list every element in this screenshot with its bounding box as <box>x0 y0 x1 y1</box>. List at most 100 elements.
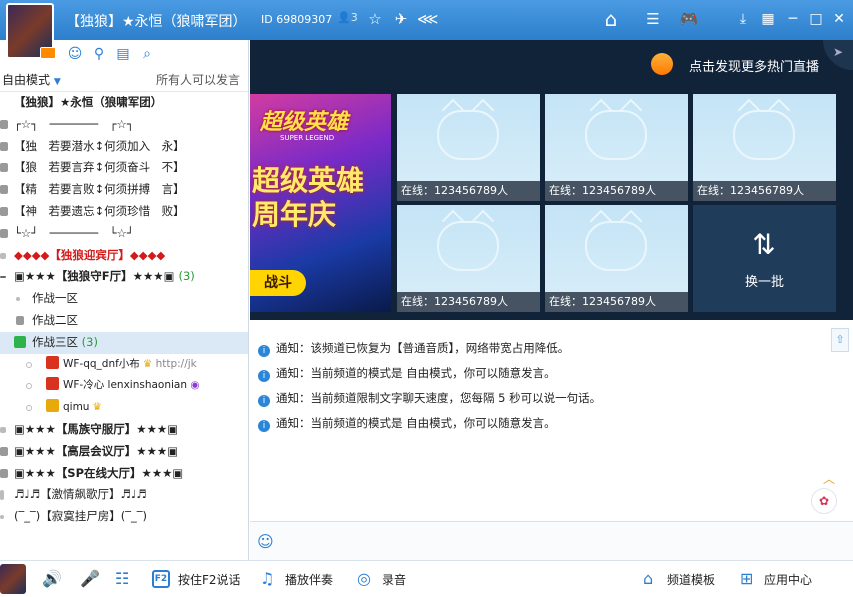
placeholder-cat-icon <box>733 110 795 160</box>
app-grid-icon[interactable]: ⊞ <box>740 569 753 589</box>
live-thumbnail[interactable]: 在线：123456789人 <box>397 94 540 201</box>
tree-item[interactable]: └☆┘ ─────── └☆┘ <box>0 223 248 245</box>
announcement-icon[interactable]: ▤ <box>115 46 131 62</box>
bullet-icon <box>16 297 20 302</box>
tree-root[interactable]: 【独狼】★永恒（狼啸军团） <box>0 92 248 114</box>
user-item[interactable]: qimu ♛ <box>0 397 248 419</box>
user-item[interactable]: WF-qq_dnf小布 ♛ http://jk <box>0 354 248 376</box>
list-icon[interactable]: ☰ <box>643 9 663 29</box>
app-center-button[interactable]: 应用中心 <box>764 571 812 588</box>
tree-item[interactable]: 【独 若要潜水↕何须加入 永】 <box>0 136 248 158</box>
channel-avatar[interactable] <box>6 3 56 59</box>
channel-template-button[interactable]: 频道模板 <box>667 571 715 588</box>
live-thumbnail[interactable]: 在线：123456789人 <box>693 94 836 201</box>
location-icon[interactable]: ⚲ <box>91 46 107 62</box>
tree-item-selected[interactable]: 作战三区 (3) <box>0 331 248 354</box>
mode-dropdown[interactable]: 自由模式 ▼ <box>2 71 61 88</box>
music-note-icon[interactable]: ♫ <box>260 569 274 589</box>
live-thumbnail[interactable]: 在线：123456789人 <box>545 94 688 201</box>
record-button[interactable]: 录音 <box>382 571 406 588</box>
chevron-up-icon[interactable]: ︿ <box>823 470 835 487</box>
push-to-talk-button[interactable]: 按住F2说话 <box>178 571 241 588</box>
tree-item[interactable]: 【精 若要言败↕何须拼搏 言】 <box>0 179 248 201</box>
lock-icon <box>14 335 26 348</box>
chevron-down-icon: ▼ <box>53 77 61 87</box>
chat-input-bar[interactable]: ☺ <box>250 521 853 560</box>
info-icon: i <box>258 370 270 382</box>
lock-icon <box>0 141 8 151</box>
game-poster[interactable]: 超级英雄 SUPER LEGEND 超级英雄周年庆 战斗 <box>250 94 391 312</box>
live-thumbnail[interactable]: 在线：123456789人 <box>545 205 688 312</box>
tree-item[interactable]: 【狼 若要言弃↕何须奋斗 不】 <box>0 157 248 179</box>
arrow-icon[interactable]: ➤ <box>823 40 853 70</box>
tree-item[interactable]: ▣★★★【独狼守F厅】★★★▣ (3) <box>0 266 248 288</box>
notice-line: i 通知：当前频道的模式是 自由模式，你可以随意发言。 <box>258 364 556 382</box>
tree-item[interactable]: ┌☆┐ ─────── ┌☆┐ <box>0 114 248 136</box>
accompaniment-button[interactable]: 播放伴奏 <box>285 571 333 588</box>
maximize-button[interactable]: □ <box>806 9 826 29</box>
crown-icon: ♛ <box>92 401 102 414</box>
tree-item[interactable]: ▣★★★【馬族守服厅】★★★▣ <box>0 419 248 441</box>
speaker-icon[interactable]: 🔊 <box>42 569 62 589</box>
tree-item[interactable]: ♬♩♬【激情飙歌厅】♬♩♬ <box>0 484 248 506</box>
flower-icon[interactable]: ✿ <box>811 488 837 514</box>
placeholder-cat-icon <box>437 221 499 271</box>
plane-icon[interactable]: ✈ <box>391 9 411 29</box>
template-home-icon[interactable]: ⌂ <box>643 569 653 589</box>
collapse-icon <box>0 276 6 279</box>
live-play-icon[interactable] <box>651 53 673 75</box>
mixer-icon[interactable]: ☷ <box>115 569 129 589</box>
refresh-batch-button[interactable]: ⇅ 换一批 <box>693 205 836 312</box>
tree-item[interactable]: 作战一区 <box>0 288 248 310</box>
expand-icon <box>0 426 6 433</box>
placeholder-cat-icon <box>585 110 647 160</box>
gamepad-icon[interactable]: 🎮 <box>679 9 699 29</box>
mic-icon: ◉ <box>190 379 200 392</box>
expand-icon <box>0 98 8 107</box>
tree-item[interactable]: ▣★★★【高层会议厅】★★★▣ <box>0 441 248 463</box>
user-badge-icon <box>46 399 59 413</box>
battle-button[interactable]: 战斗 <box>250 270 306 296</box>
mode-row: 自由模式 ▼ 所有人可以发言 <box>0 68 248 92</box>
microphone-icon[interactable]: 🎤 <box>80 569 100 589</box>
tree-item[interactable]: 【神 若要遗忘↕何须珍惜 败】 <box>0 201 248 223</box>
bullet-icon <box>0 515 4 520</box>
lock-icon <box>0 446 8 456</box>
music-icon <box>0 490 4 501</box>
discover-live-link[interactable]: 点击发现更多热门直播 <box>689 56 819 75</box>
emoji-icon[interactable]: ☺ <box>257 532 277 552</box>
share-icon[interactable]: ⋘ <box>417 9 438 29</box>
channel-tree-panel: ☺ ⚲ ▤ ⌕ 自由模式 ▼ 所有人可以发言 【独狼】★永恒（狼啸军团） ┌☆┐… <box>0 40 249 560</box>
user-item[interactable]: WF-冷心 lenxinshaonian ◉ <box>0 375 248 397</box>
permission-label: 所有人可以发言 <box>155 73 240 87</box>
members-icon: 👤 <box>337 11 351 24</box>
minimize-button[interactable]: ─ <box>783 9 803 29</box>
user-avatar[interactable] <box>0 564 26 594</box>
notice-line: i 通知：该频道已恢复为【普通音质】，网络带宽占用降低。 <box>258 339 569 357</box>
download-icon[interactable]: ⤓ <box>733 9 753 29</box>
search-icon[interactable]: ⌕ <box>139 46 155 62</box>
member-count: 👤3 <box>337 11 358 24</box>
home-icon[interactable]: ⌂ <box>601 9 621 29</box>
bottom-toolbar: 🔊 🎤 ☷ F2 按住F2说话 ♫ 播放伴奏 ◎ 录音 ⌂ 频道模板 ⊞ 应用中… <box>0 560 853 597</box>
record-icon[interactable]: ◎ <box>357 569 371 589</box>
lock-icon <box>0 119 8 129</box>
tree-item[interactable]: ◆◆◆◆【独狼迎宾厅】◆◆◆◆ <box>0 245 248 267</box>
live-promo-area: ➤ 点击发现更多热门直播 超级英雄 SUPER LEGEND 超级英雄周年庆 战… <box>250 40 853 320</box>
lock-icon <box>0 206 8 216</box>
lock-icon <box>16 315 24 325</box>
tree-item[interactable]: 作战二区 <box>0 310 248 332</box>
info-icon: i <box>258 420 270 432</box>
live-thumbnail[interactable]: 在线：123456789人 <box>397 205 540 312</box>
crown-icon: ♛ <box>142 357 153 370</box>
skin-icon[interactable]: ▦ <box>758 9 778 29</box>
lock-icon <box>0 185 8 195</box>
favorite-star-icon[interactable]: ☆ <box>365 9 385 29</box>
lock-icon <box>0 163 8 173</box>
user-icon[interactable]: ☺ <box>67 46 83 62</box>
tree-item[interactable]: ▣★★★【SP在线大厅】★★★▣ <box>0 463 248 485</box>
close-button[interactable]: ✕ <box>829 9 849 29</box>
tree-item[interactable]: (‾_‾)【寂寞挂尸房】(‾_‾) <box>0 506 248 528</box>
scroll-top-button[interactable]: ⇧ <box>831 328 849 352</box>
info-icon: i <box>258 345 270 357</box>
